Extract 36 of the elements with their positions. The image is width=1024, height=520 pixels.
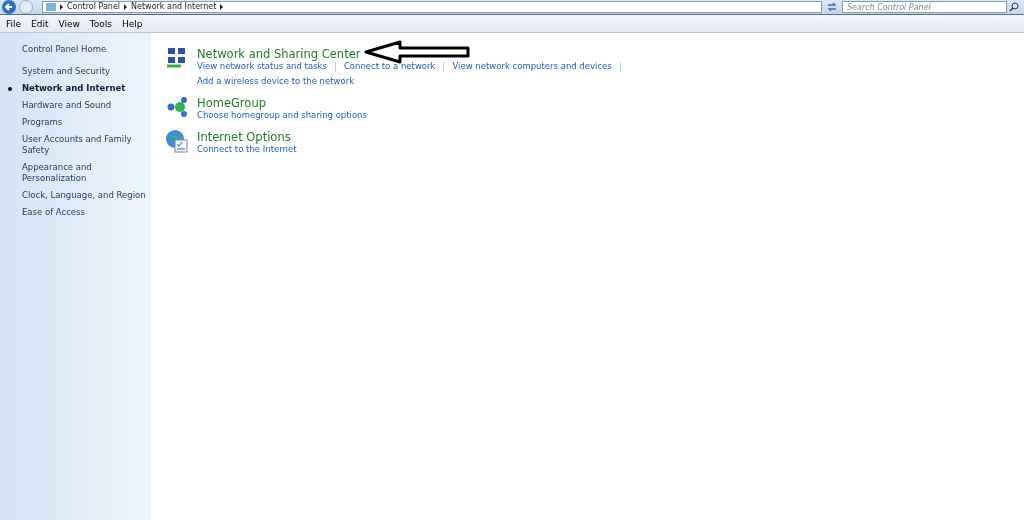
chevron-icon[interactable]	[124, 4, 128, 10]
sidebar-item[interactable]: Clock, Language, and Region	[8, 190, 151, 201]
sidebar-link[interactable]: Control Panel Home	[8, 44, 151, 55]
menu-item[interactable]: File	[2, 18, 26, 29]
sidebar-item[interactable]: Ease of Access	[8, 207, 151, 218]
sidebar-item[interactable]: Network and Internet	[8, 83, 151, 94]
search-icon	[1009, 2, 1019, 12]
category-link[interactable]: Internet Options	[197, 129, 291, 144]
category-link[interactable]: Network and Sharing Center	[197, 46, 361, 61]
globe-checklist-icon[interactable]	[165, 129, 189, 153]
task-link[interactable]: View network computers and devices	[452, 61, 612, 72]
sidebar-item[interactable]: Hardware and Sound	[8, 100, 151, 111]
menu-item[interactable]: Edit	[27, 18, 53, 29]
category-link[interactable]: HomeGroup	[197, 95, 266, 110]
chevron-icon[interactable]	[220, 4, 224, 10]
folder-icon	[46, 3, 56, 11]
task-link[interactable]: View network status and tasks	[197, 61, 327, 72]
sidebar-item[interactable]: System and Security	[8, 66, 151, 77]
refresh-icon[interactable]	[825, 1, 839, 13]
menu-item[interactable]: View	[54, 18, 84, 29]
back-button[interactable]	[2, 0, 16, 14]
breadcrumb-item[interactable]: Network and Internet	[131, 2, 217, 12]
task-link[interactable]: Add a wireless device to the network	[197, 76, 355, 87]
task-link[interactable]: Connect to the Internet	[197, 144, 297, 155]
sidebar-item[interactable]: Programs	[8, 117, 151, 128]
menu-item[interactable]: Tools	[85, 18, 117, 29]
task-link[interactable]: Connect to a network	[343, 61, 436, 72]
chevron-icon[interactable]	[60, 4, 63, 10]
connected-dots-icon[interactable]	[165, 95, 189, 119]
search-field[interactable]: Search Control Panel	[842, 1, 1007, 13]
task-link[interactable]: Choose homegroup and sharing options	[197, 110, 367, 121]
sidebar-item[interactable]: Appearance and Personalization	[8, 162, 151, 184]
address-field[interactable]: Control Panel Network and Internet	[42, 1, 822, 13]
breadcrumb-item[interactable]: Control Panel	[67, 2, 121, 12]
menu-item[interactable]: Help	[118, 18, 147, 29]
sidebar-item[interactable]: User Accounts and Family Safety	[8, 134, 151, 156]
